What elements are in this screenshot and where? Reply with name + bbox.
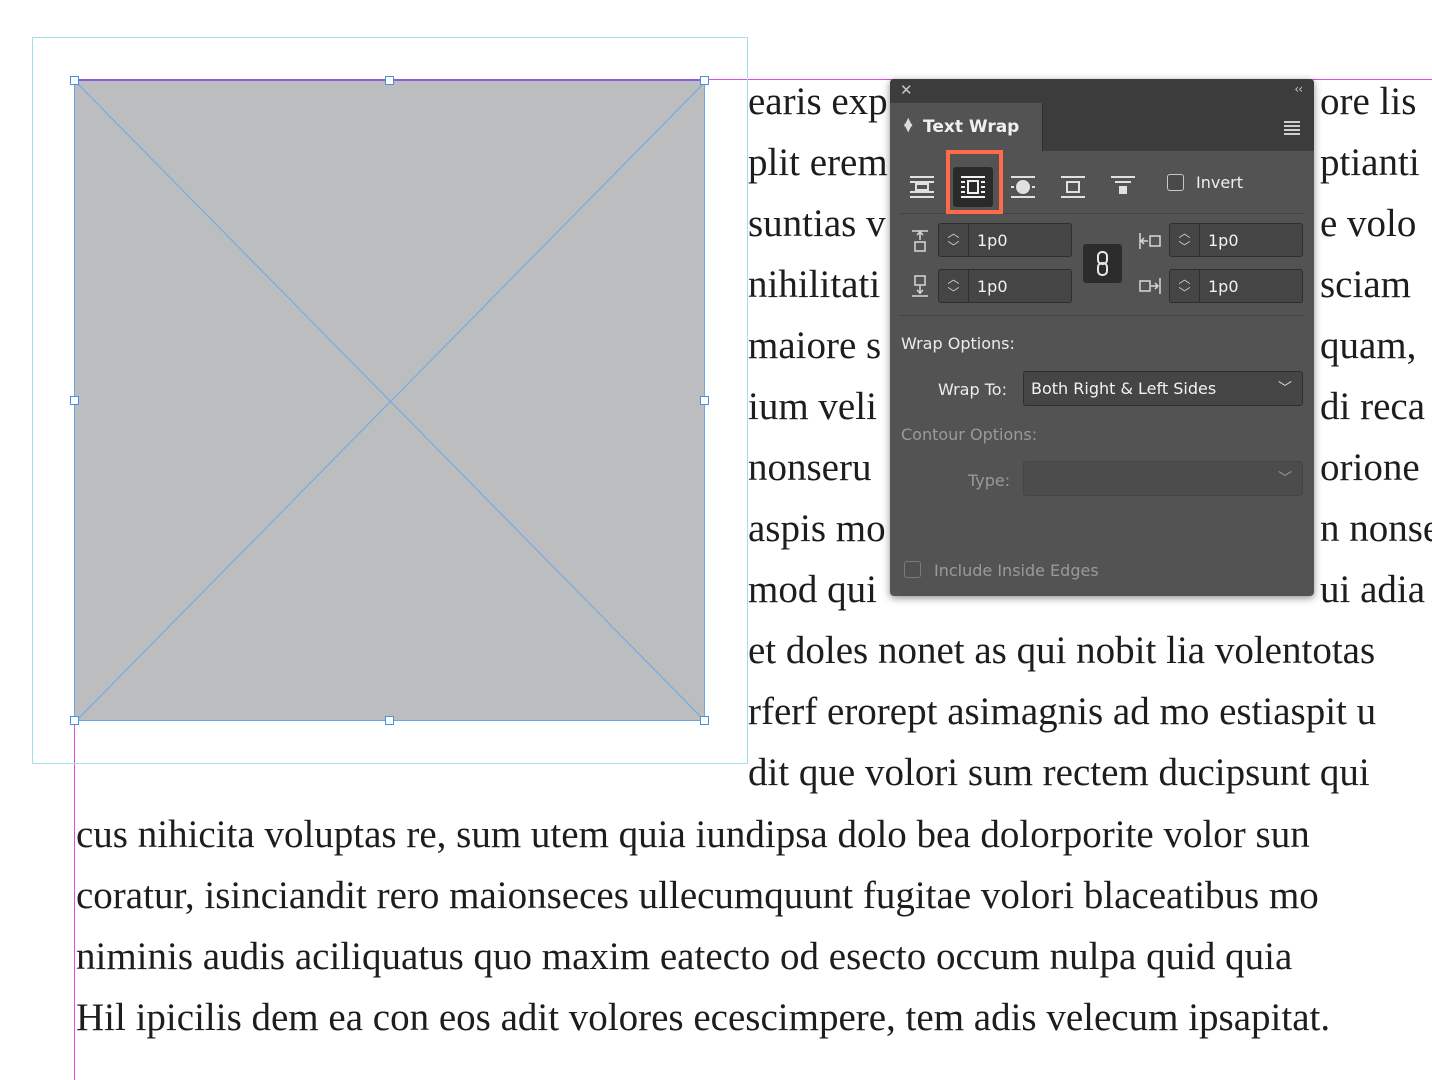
contour-options-heading: Contour Options: bbox=[901, 425, 1038, 444]
text-line: suntias v bbox=[748, 202, 886, 245]
text-line: ium veli bbox=[748, 385, 877, 428]
jump-object-button[interactable] bbox=[1053, 167, 1093, 207]
jump-to-next-column-button[interactable] bbox=[1103, 167, 1143, 207]
text-line: maiore s bbox=[748, 324, 882, 367]
text-line: nihilitati bbox=[748, 263, 881, 306]
include-inside-edges-label: Include Inside Edges bbox=[934, 561, 1099, 580]
text-line: aspis mo bbox=[748, 507, 886, 550]
include-inside-edges-checkbox[interactable] bbox=[904, 561, 921, 578]
text-line-tail: quam, bbox=[1320, 324, 1417, 367]
wrap-to-label: Wrap To: bbox=[938, 380, 1007, 399]
wrap-to-selected-value: Both Right & Left Sides bbox=[1031, 379, 1217, 398]
divider bbox=[900, 315, 1304, 316]
text-line: niminis audis aciliquatus quo maxim eate… bbox=[76, 935, 1293, 978]
close-icon[interactable]: ✕ bbox=[900, 81, 913, 99]
panel-title-bar[interactable] bbox=[890, 79, 1314, 103]
top-offset-stepper[interactable]: ︿ ﹀ bbox=[939, 224, 969, 256]
jump-object-icon bbox=[1061, 176, 1085, 198]
bottom-offset-value: 1p0 bbox=[977, 277, 1008, 296]
contour-type-select[interactable]: ﹀ bbox=[1023, 461, 1303, 496]
tab-expand-arrows-icon[interactable]: ▲ ▼ bbox=[904, 116, 912, 133]
right-offset-value: 1p0 bbox=[1208, 277, 1239, 296]
bottom-offset-field[interactable]: ︿ ﹀ 1p0 bbox=[938, 269, 1072, 303]
text-line-tail: orione bbox=[1320, 446, 1420, 489]
top-offset-field[interactable]: ︿ ﹀ 1p0 bbox=[938, 223, 1072, 257]
left-offset-stepper[interactable]: ︿ ﹀ bbox=[1170, 224, 1200, 256]
top-offset-value: 1p0 bbox=[977, 231, 1008, 250]
wrap-around-object-shape-button[interactable] bbox=[1003, 167, 1043, 207]
text-line-tail: sciam bbox=[1320, 263, 1411, 306]
make-all-settings-same-button[interactable] bbox=[1083, 244, 1122, 283]
left-offset-field[interactable]: ︿ ﹀ 1p0 bbox=[1169, 223, 1303, 257]
collapse-panel-icon[interactable]: ‹‹ bbox=[1294, 82, 1303, 96]
text-line: cus nihicita voluptas re, sum utem quia … bbox=[76, 813, 1310, 856]
panel-menu-icon[interactable] bbox=[1284, 121, 1300, 137]
right-offset-field[interactable]: ︿ ﹀ 1p0 bbox=[1169, 269, 1303, 303]
invert-label: Invert bbox=[1196, 173, 1244, 192]
type-label: Type: bbox=[968, 471, 1011, 490]
chevron-down-icon: ﹀ bbox=[1278, 381, 1292, 397]
frame-handle-middle-left[interactable] bbox=[70, 396, 79, 405]
margin-guide-vertical bbox=[74, 720, 75, 1080]
text-line-tail: ui adia bbox=[1320, 568, 1426, 611]
selected-option-highlight bbox=[946, 150, 1003, 214]
panel-title: Text Wrap bbox=[923, 117, 1020, 137]
left-offset-icon bbox=[1139, 233, 1161, 249]
frame-handle-bottom-left[interactable] bbox=[70, 716, 79, 725]
text-line: rferf erorept asimagnis ad mo estiaspit … bbox=[748, 690, 1377, 733]
text-line: earis exp bbox=[748, 80, 888, 123]
text-line: et doles nonet as qui nobit lia volentot… bbox=[748, 629, 1376, 672]
wrap-options-heading: Wrap Options: bbox=[901, 334, 1015, 353]
frame-handle-top-center[interactable] bbox=[385, 76, 394, 85]
wrap-to-select[interactable]: Both Right & Left Sides ﹀ bbox=[1023, 371, 1303, 406]
jump-to-next-column-icon bbox=[1111, 176, 1135, 194]
frame-handle-top-right[interactable] bbox=[700, 76, 709, 85]
frame-handle-middle-right[interactable] bbox=[700, 396, 709, 405]
text-line-tail: ore lis bbox=[1320, 80, 1417, 123]
text-line: dit que volori sum rectem ducipsunt qui bbox=[748, 751, 1370, 794]
text-line-tail: n nonse bbox=[1320, 507, 1432, 550]
empty-frame-x-icon bbox=[75, 81, 706, 722]
text-line-tail: ptianti bbox=[1320, 141, 1420, 184]
text-line-tail: di reca bbox=[1320, 385, 1426, 428]
text-line: coratur, isinciandit rero maionseces ull… bbox=[76, 874, 1319, 917]
bottom-offset-stepper[interactable]: ︿ ﹀ bbox=[939, 270, 969, 302]
bottom-offset-icon bbox=[912, 275, 928, 297]
wrap-around-object-shape-icon bbox=[1011, 176, 1035, 198]
left-offset-value: 1p0 bbox=[1208, 231, 1239, 250]
right-offset-icon bbox=[1139, 278, 1161, 294]
frame-handle-top-left[interactable] bbox=[70, 76, 79, 85]
frame-handle-bottom-right[interactable] bbox=[700, 716, 709, 725]
no-text-wrap-button[interactable] bbox=[902, 167, 942, 207]
invert-checkbox[interactable] bbox=[1167, 174, 1184, 191]
no-text-wrap-icon bbox=[910, 176, 934, 198]
chevron-down-icon: ﹀ bbox=[1278, 471, 1292, 487]
top-offset-icon bbox=[912, 230, 928, 252]
chain-link-icon bbox=[1097, 251, 1108, 276]
text-line: mod qui bbox=[748, 568, 877, 611]
frame-handle-bottom-center[interactable] bbox=[385, 716, 394, 725]
right-offset-stepper[interactable]: ︿ ﹀ bbox=[1170, 270, 1200, 302]
text-line: nonseru bbox=[748, 446, 872, 489]
text-line: plit erem bbox=[748, 141, 888, 184]
text-line-tail: e volo bbox=[1320, 202, 1417, 245]
text-line: Hil ipicilis dem ea con eos adit volores… bbox=[76, 996, 1331, 1039]
graphic-frame-placeholder[interactable] bbox=[74, 80, 706, 722]
